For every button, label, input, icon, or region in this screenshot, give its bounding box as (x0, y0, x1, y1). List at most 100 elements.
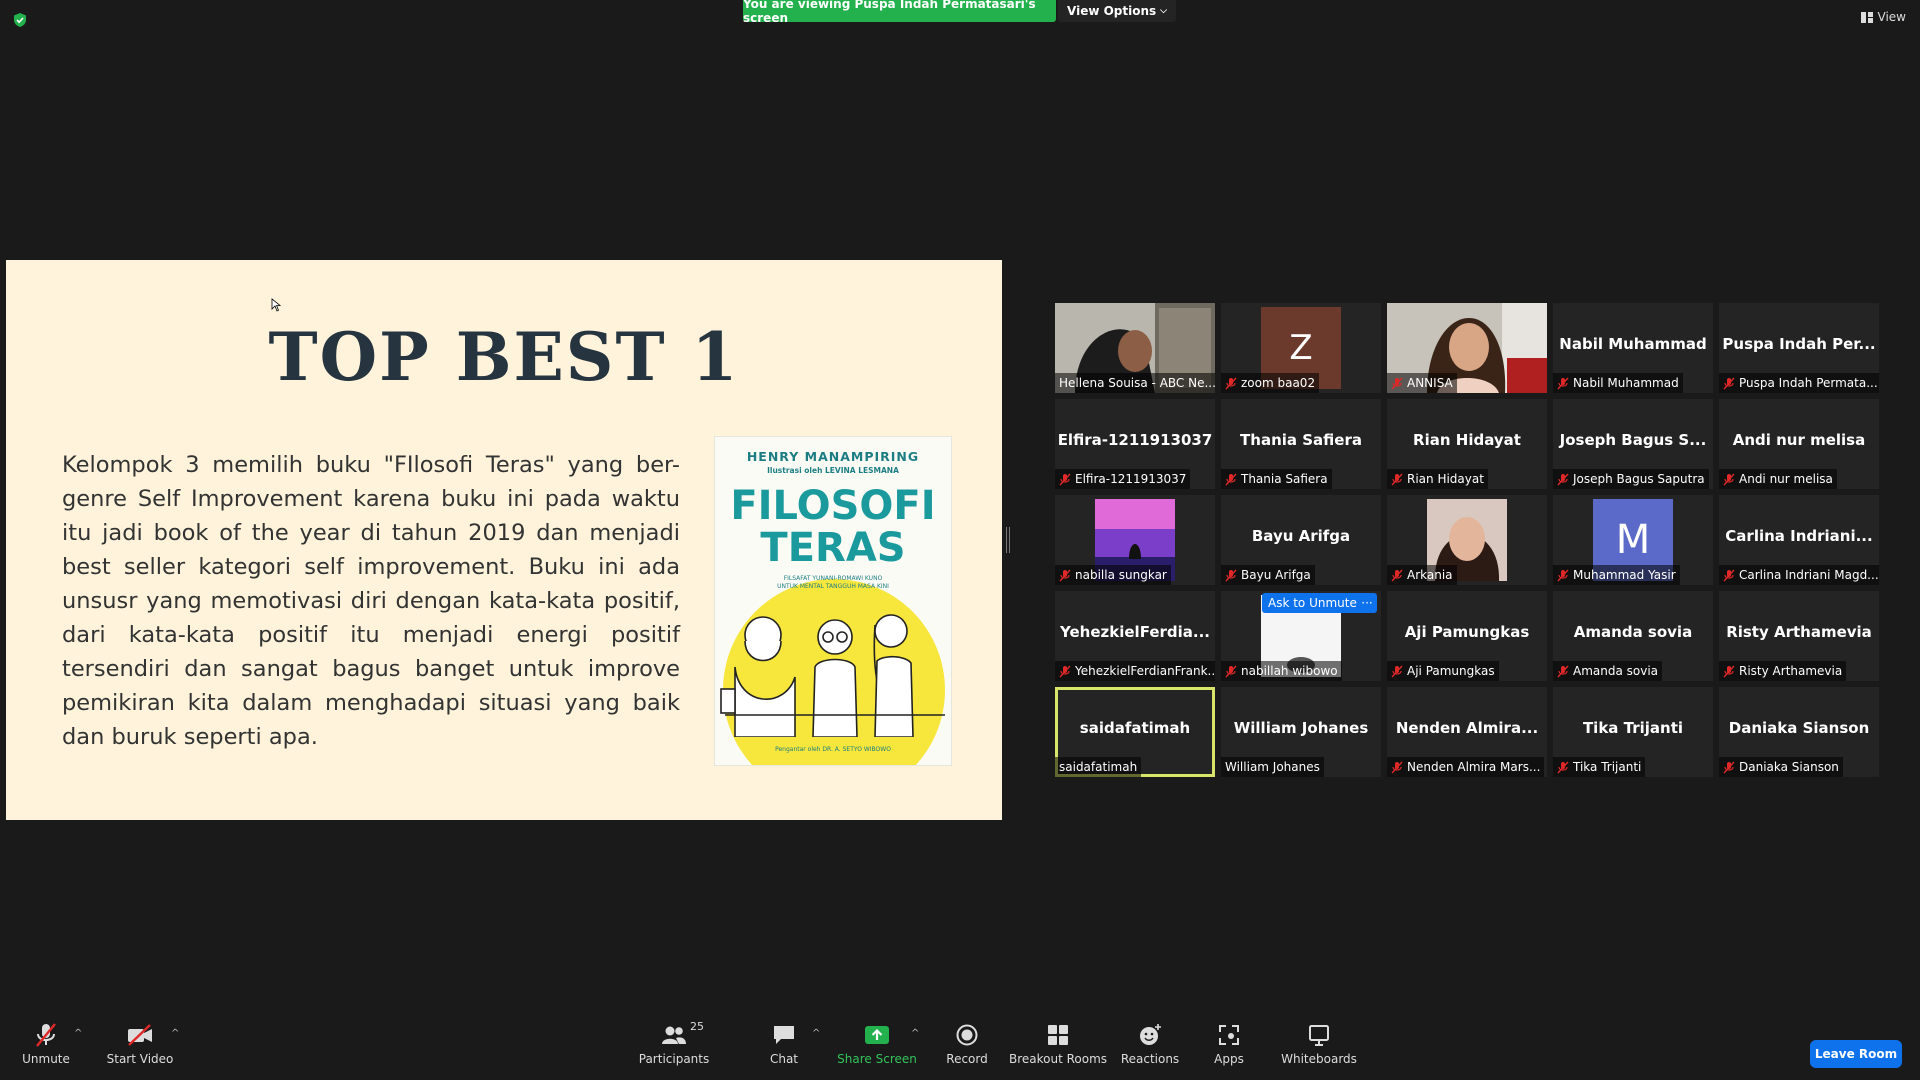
audio-options-caret-icon[interactable]: ^ (74, 1028, 82, 1039)
unmute-button[interactable]: Unmute (20, 1022, 72, 1076)
muted-microphone-icon (1557, 473, 1569, 485)
book-cover-image: HENRY MANAMPIRING Ilustrasi oleh LEVINA … (714, 436, 952, 766)
apps-button[interactable]: Apps (1212, 1022, 1246, 1076)
muted-microphone-icon (1391, 473, 1403, 485)
muted-microphone-icon (1723, 473, 1735, 485)
ask-to-unmute-button[interactable]: Ask to Unmute (1262, 593, 1363, 613)
share-screen-button[interactable]: Share Screen (837, 1022, 917, 1076)
participant-name-text: Andi nur melisa (1739, 472, 1833, 486)
record-icon (956, 1024, 978, 1046)
participant-tile[interactable]: Thania Safiera Thania Safiera (1221, 399, 1381, 489)
participant-name-text: Amanda sovia (1573, 664, 1659, 678)
participant-tile[interactable]: ANNISA (1387, 303, 1547, 393)
participant-name-label: Aji Pamungkas (1387, 661, 1499, 681)
muted-microphone-icon (1557, 665, 1569, 677)
participant-tile[interactable]: Nabil Muhammad Nabil Muhammad (1553, 303, 1713, 393)
participant-tile[interactable]: Daniaka Sianson Daniaka Sianson (1719, 687, 1879, 777)
participants-icon (662, 1026, 686, 1044)
security-shield-icon[interactable] (12, 12, 28, 28)
view-options-button[interactable]: View Options ⌵ (1058, 0, 1176, 22)
participant-tile[interactable]: Puspa Indah Per... Puspa Indah Permata... (1719, 303, 1879, 393)
muted-microphone-icon (1225, 473, 1237, 485)
participant-name-label: William Johanes (1221, 757, 1324, 777)
participant-tile[interactable]: saidafatimah saidafatimah (1055, 687, 1215, 777)
split-resize-handle[interactable] (1006, 527, 1010, 553)
reactions-button[interactable]: Reactions (1121, 1022, 1179, 1076)
meeting-window: { "top": { "viewing_banner": "You are vi… (0, 0, 1920, 1080)
participant-name-label: zoom baa02 (1221, 373, 1320, 393)
participant-name-label: Andi nur melisa (1719, 469, 1837, 489)
video-camera-off-icon (128, 1024, 152, 1046)
muted-microphone-icon (1723, 761, 1735, 773)
participant-name-text: Nenden Almira Mars... (1407, 760, 1541, 774)
book-title-line2: TERAS (760, 525, 906, 571)
muted-microphone-icon (1225, 665, 1237, 677)
participant-name-label: saidafatimah (1055, 757, 1142, 777)
participant-tile[interactable]: Joseph Bagus S... Joseph Bagus Saputra (1553, 399, 1713, 489)
leave-room-button[interactable]: Leave Room (1810, 1040, 1902, 1068)
participant-tile[interactable]: William Johanes William Johanes (1221, 687, 1381, 777)
participant-tile[interactable]: Elfira-1211913037 Elfira-1211913037 (1055, 399, 1215, 489)
participant-name-text: nabilla sungkar (1075, 568, 1167, 582)
record-button[interactable]: Record (944, 1022, 990, 1076)
reactions-smiley-icon (1140, 1024, 1161, 1045)
book-illustration (720, 614, 945, 737)
participant-tile[interactable]: Rian Hidayat Rian Hidayat (1387, 399, 1547, 489)
breakout-rooms-button[interactable]: Breakout Rooms (1009, 1022, 1107, 1076)
participant-name-label: Joseph Bagus Saputra (1553, 469, 1709, 489)
participant-name-text: Rian Hidayat (1407, 472, 1484, 486)
chat-button[interactable]: Chat (764, 1022, 804, 1076)
view-options-label: View Options (1067, 4, 1157, 18)
participant-tile[interactable]: M Muhammad Yasir (1553, 495, 1713, 585)
chat-options-caret-icon[interactable]: ^ (812, 1028, 820, 1039)
participant-name-text: zoom baa02 (1241, 376, 1316, 390)
muted-microphone-icon (1391, 377, 1403, 389)
participant-tile[interactable]: Nenden Almira... Nenden Almira Mars... (1387, 687, 1547, 777)
participant-name-text: Hellena Souisa - ABC Ne... (1059, 376, 1215, 390)
participant-tile[interactable]: Amanda sovia Amanda sovia (1553, 591, 1713, 681)
participant-tile[interactable]: Hellena Souisa - ABC Ne... (1055, 303, 1215, 393)
share-options-caret-icon[interactable]: ^ (911, 1028, 919, 1039)
participant-name-label: Rian Hidayat (1387, 469, 1488, 489)
participants-label: Participants (638, 1052, 710, 1066)
participant-tile[interactable]: Aji Pamungkas Aji Pamungkas (1387, 591, 1547, 681)
participants-button[interactable]: 25 Participants (636, 1020, 712, 1076)
muted-microphone-icon (1391, 569, 1403, 581)
participant-tile[interactable]: Carlina Indriani... Carlina Indriani Magd… (1719, 495, 1879, 585)
whiteboards-button[interactable]: Whiteboards (1281, 1022, 1357, 1076)
shared-screen-slide: TOP BEST 1 Kelompok 3 memilih buku "FIlo… (6, 260, 1002, 820)
video-options-caret-icon[interactable]: ^ (171, 1028, 179, 1039)
participant-name-label: Tika Trijanti (1553, 757, 1646, 777)
viewing-screen-banner: You are viewing Puspa Indah Permatasari'… (743, 0, 1056, 25)
view-button[interactable]: View (1860, 10, 1906, 24)
muted-microphone-icon (1557, 761, 1569, 773)
participant-name-label: Muhammad Yasir (1553, 565, 1680, 585)
start-video-button[interactable]: Start Video (104, 1022, 176, 1076)
more-options-button[interactable]: ··· (1357, 593, 1377, 613)
participant-name-label: Puspa Indah Permata... (1719, 373, 1879, 393)
participants-count: 25 (690, 1020, 704, 1033)
participant-tile[interactable]: Andi nur melisa Andi nur melisa (1719, 399, 1879, 489)
book-title: FILOSOFI TERAS (715, 485, 951, 569)
book-subtitle: FILSAFAT YUNANI-ROMAWI KUNO UNTUK MENTAL… (715, 575, 951, 591)
slide-title: TOP BEST 1 (268, 318, 740, 396)
participant-tile[interactable]: Risty Arthamevia Risty Arthamevia (1719, 591, 1879, 681)
participant-tile[interactable]: nabilla sungkar (1055, 495, 1215, 585)
participant-tile[interactable]: Zzoom baa02 (1221, 303, 1381, 393)
participant-tile[interactable]: Bayu Arifga Bayu Arifga (1221, 495, 1381, 585)
participant-name-text: William Johanes (1225, 760, 1320, 774)
whiteboards-label: Whiteboards (1281, 1052, 1357, 1066)
participant-tile[interactable]: YehezkielFerdia... YehezkielFerdianFrank.… (1055, 591, 1215, 681)
chat-bubble-icon (774, 1026, 794, 1044)
muted-microphone-icon (1225, 377, 1237, 389)
participant-name-text: Carlina Indriani Magd... (1739, 568, 1879, 582)
participant-name-text: saidafatimah (1059, 760, 1138, 774)
muted-microphone-icon (1391, 665, 1403, 677)
muted-microphone-icon (1059, 569, 1071, 581)
participant-tile[interactable]: Arkania (1387, 495, 1547, 585)
participant-name-text: Risty Arthamevia (1739, 664, 1843, 678)
participant-name-label: nabilla sungkar (1055, 565, 1171, 585)
participant-name-label: Thania Safiera (1221, 469, 1332, 489)
book-subtitle-line1: FILSAFAT YUNANI-ROMAWI KUNO (783, 575, 883, 582)
participant-tile[interactable]: Tika Trijanti Tika Trijanti (1553, 687, 1713, 777)
